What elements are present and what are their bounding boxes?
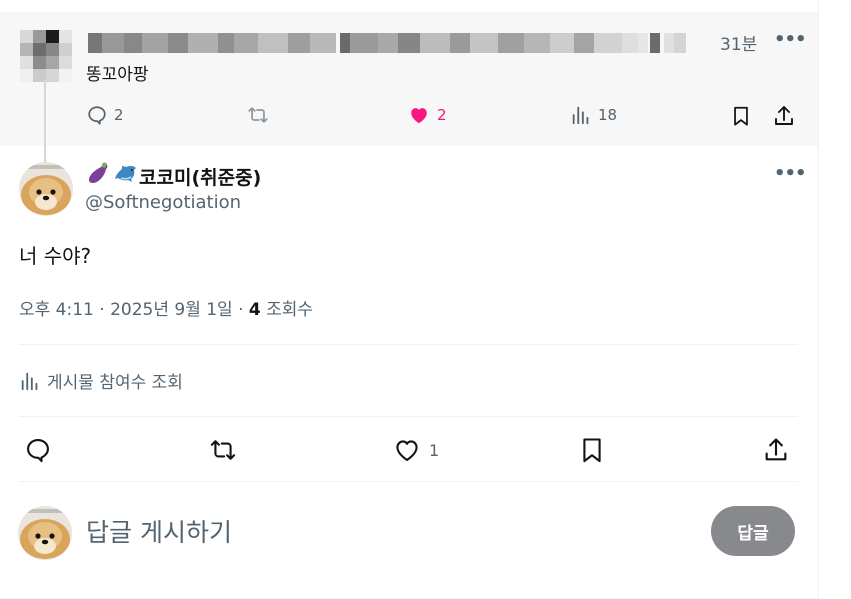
post-view-count: 4 <box>248 300 261 320</box>
parent-share-button[interactable] <box>772 104 796 128</box>
heart-outline-icon <box>396 440 418 461</box>
engagement-label: 게시물 참여수 조회 <box>47 373 183 393</box>
bookmark-button[interactable] <box>578 436 606 464</box>
author-display-name[interactable]: 코코미(취준중) <box>139 163 261 190</box>
pomeranian-avatar-image <box>18 506 72 560</box>
post-action-bar: 1 <box>0 436 818 464</box>
parent-avatar-pixelated[interactable] <box>20 30 72 82</box>
reply-icon <box>27 439 49 463</box>
bookmark-icon <box>583 438 601 463</box>
parent-reply-count: 2 <box>114 106 124 124</box>
thread-connector-line <box>44 80 46 162</box>
reply-input[interactable]: 답글 게시하기 <box>86 513 232 549</box>
post-timestamp[interactable]: 오후 4:11 · 2025년 9월 1일 · <box>19 300 249 320</box>
share-button[interactable] <box>762 436 790 464</box>
reply-button[interactable] <box>24 436 52 464</box>
parent-bookmark-button[interactable] <box>730 104 752 128</box>
repost-icon <box>248 107 268 123</box>
like-button[interactable]: 1 <box>393 436 439 464</box>
parent-action-bar: 2 2 18 <box>0 104 818 130</box>
column-border <box>818 0 819 599</box>
parent-view-count: 18 <box>598 106 618 124</box>
parent-author-redacted <box>88 33 700 53</box>
like-count: 1 <box>429 440 440 460</box>
analytics-icon <box>572 106 589 125</box>
pomeranian-avatar-image <box>19 162 73 216</box>
share-icon <box>765 438 787 461</box>
bookmark-icon <box>734 106 748 126</box>
parent-like-count: 2 <box>437 106 447 124</box>
author-emoji-badges <box>85 160 139 186</box>
parent-more-button[interactable]: ••• <box>774 29 807 50</box>
parent-post[interactable]: 31분 ••• 똥꼬아팡 2 2 18 <box>0 12 818 146</box>
dolphin-icon <box>115 166 136 182</box>
post-meta: 오후 4:11 · 2025년 9월 1일 · 4 조회수 <box>19 295 313 320</box>
divider <box>19 481 798 482</box>
parent-post-text: 똥꼬아팡 <box>86 65 149 85</box>
author-avatar[interactable] <box>19 162 73 216</box>
heart-filled-icon <box>411 108 427 124</box>
parent-post-time[interactable]: 31분 <box>720 30 757 55</box>
post-view-label: 조회수 <box>260 300 314 320</box>
reply-icon <box>88 106 106 125</box>
reply-submit-button[interactable]: 답글 <box>711 506 795 556</box>
parent-reply-button[interactable]: 2 <box>86 104 124 126</box>
analytics-icon <box>21 372 38 390</box>
parent-like-button[interactable]: 2 <box>407 104 447 126</box>
view-engagement-link[interactable]: 게시물 참여수 조회 <box>19 368 183 393</box>
current-user-avatar[interactable] <box>18 506 72 560</box>
repost-icon <box>210 440 236 460</box>
parent-repost-button[interactable] <box>246 104 276 126</box>
share-icon <box>775 106 793 125</box>
post-more-button[interactable]: ••• <box>774 163 807 184</box>
parent-views-button[interactable]: 18 <box>570 104 617 126</box>
divider <box>19 416 798 417</box>
author-handle[interactable]: @Softnegotiation <box>85 192 241 213</box>
repost-button[interactable] <box>208 436 238 464</box>
post-text: 너 수야? <box>19 244 92 268</box>
eggplant-icon <box>89 162 108 183</box>
divider <box>19 344 798 345</box>
